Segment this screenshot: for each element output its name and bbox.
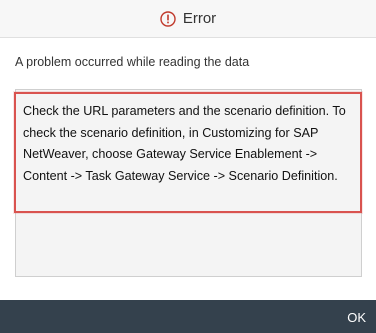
ok-button[interactable]: OK <box>341 307 366 329</box>
dialog-header-content: Error <box>160 10 216 27</box>
dialog-title: Error <box>182 10 217 27</box>
error-dialog: Error A problem occurred while reading t… <box>0 0 376 333</box>
error-details-text: Check the URL parameters and the scenari… <box>14 92 362 213</box>
error-circle-icon <box>160 10 176 27</box>
dialog-footer: OK <box>0 300 376 333</box>
dialog-header: Error <box>0 0 376 38</box>
error-message: A problem occurred while reading the dat… <box>15 55 250 69</box>
